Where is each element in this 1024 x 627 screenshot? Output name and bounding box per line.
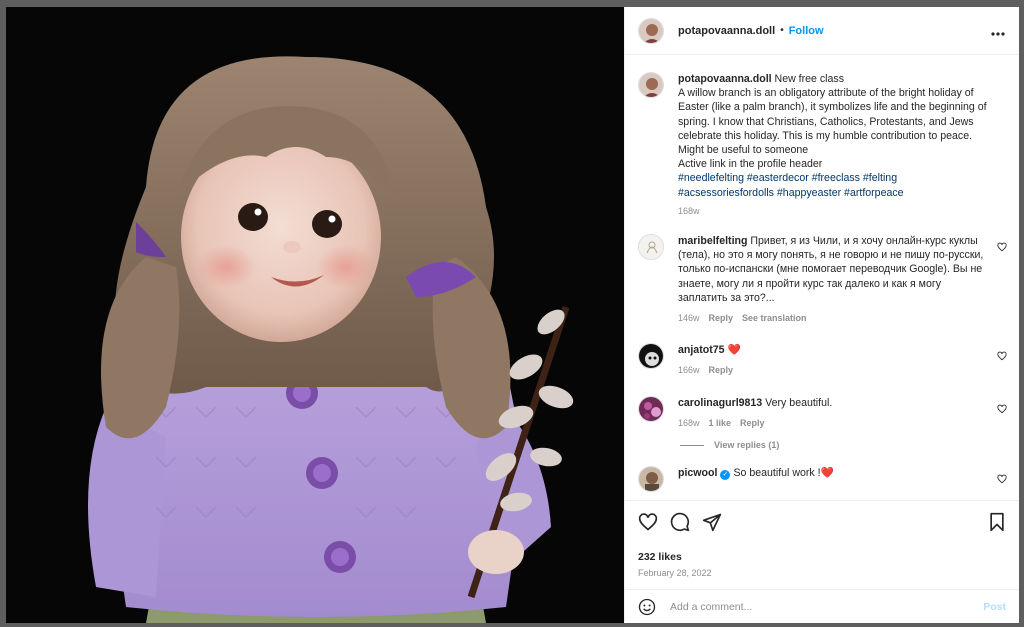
comment-body: anjatot75 ❤️ 166w Reply [678, 343, 1009, 377]
comment-icon[interactable] [670, 512, 690, 532]
post-comment-button[interactable]: Post [983, 601, 1006, 613]
likes-count[interactable]: 232 likes [638, 551, 1006, 563]
post-header: potapovaanna.doll • Follow [625, 7, 1019, 55]
more-icon[interactable] [991, 26, 1005, 36]
heart-icon[interactable] [638, 512, 658, 532]
avatar[interactable] [638, 466, 664, 493]
comment-username[interactable]: maribelfelting [678, 235, 747, 247]
avatar[interactable] [638, 343, 664, 370]
caption-line-4: Active link in the profile header [678, 158, 823, 171]
post-image[interactable] [6, 7, 624, 623]
see-translation-button[interactable]: See translation [742, 311, 807, 325]
comment-body: maribelfelting Привет, я из Чили, и я хо… [678, 234, 1009, 325]
like-comment-heart-icon[interactable] [997, 351, 1007, 361]
reply-button[interactable]: Reply [709, 363, 734, 377]
add-comment-bar: Add a comment... Post [625, 589, 1019, 623]
comment-text: Very beautiful. [765, 396, 833, 409]
doll-photo [6, 7, 624, 623]
divider [680, 444, 704, 446]
reply-button[interactable]: Reply [740, 416, 765, 430]
like-comment-heart-icon[interactable] [997, 404, 1007, 414]
comment-body: picwool ✓ So beautiful work !❤️ [678, 466, 1009, 492]
comment-item: picwool ✓ So beautiful work !❤️ [638, 466, 1009, 493]
comment-item: carolinagurl9813 Very beautiful. 168w 1 … [638, 395, 1009, 430]
window-frame: potapovaanna.doll • Follow potapovaanna.… [0, 0, 1024, 627]
comment-text: So beautiful work !❤️ [733, 467, 834, 480]
comment-text: ❤️ [727, 344, 741, 357]
comment-like-count[interactable]: 1 like [709, 416, 732, 430]
follow-button[interactable]: Follow [789, 25, 824, 37]
caption-hashtags[interactable]: #needlefelting #easterdecor #freeclass #… [678, 171, 993, 199]
comment-item: maribelfelting Привет, я из Чили, и я хо… [638, 234, 1009, 325]
comment-input[interactable]: Add a comment... [670, 601, 983, 613]
like-comment-heart-icon[interactable] [997, 474, 1007, 484]
caption-line-3: Might be useful to someone [678, 144, 809, 157]
caption-age: 168w [678, 205, 700, 216]
caption-line-2: A willow branch is an obligatory attribu… [678, 87, 987, 142]
avatar[interactable] [638, 395, 664, 422]
avatar[interactable] [638, 234, 664, 261]
caption: potapovaanna.doll New free class A willo… [638, 72, 1009, 218]
post-actions: 232 likes February 28, 2022 [625, 500, 1019, 578]
comment-username[interactable]: carolinagurl9813 [678, 397, 762, 409]
comment-item: anjatot75 ❤️ 166w Reply [638, 343, 1009, 377]
like-comment-heart-icon[interactable] [997, 242, 1007, 252]
caption-line-1: New free class [774, 73, 845, 85]
avatar[interactable] [638, 17, 664, 44]
avatar[interactable] [638, 72, 664, 98]
separator-dot: • [780, 25, 784, 36]
verified-icon: ✓ [720, 470, 731, 481]
emoji-icon[interactable] [638, 598, 656, 616]
share-icon[interactable] [702, 512, 722, 532]
post-detail-panel: potapovaanna.doll • Follow potapovaanna.… [624, 7, 1019, 623]
post-author-username[interactable]: potapovaanna.doll [678, 25, 775, 37]
caption-username[interactable]: potapovaanna.doll [678, 73, 772, 85]
action-icons [638, 511, 1006, 533]
reply-button[interactable]: Reply [709, 311, 734, 325]
comment-username[interactable]: picwool [678, 467, 717, 479]
comment-age: 166w [678, 365, 700, 376]
comment-username[interactable]: anjatot75 [678, 344, 725, 356]
comment-age: 168w [678, 417, 700, 428]
view-replies-label: View replies (1) [714, 440, 780, 451]
post-date: February 28, 2022 [638, 568, 712, 578]
caption-body: potapovaanna.doll New free class A willo… [678, 72, 1009, 218]
comment-body: carolinagurl9813 Very beautiful. 168w 1 … [678, 396, 1009, 430]
bookmark-icon[interactable] [988, 512, 1006, 532]
comment-age: 146w [678, 313, 700, 324]
view-replies-button[interactable]: View replies (1) [680, 440, 1009, 450]
comments-list[interactable]: potapovaanna.doll New free class A willo… [625, 56, 1019, 500]
